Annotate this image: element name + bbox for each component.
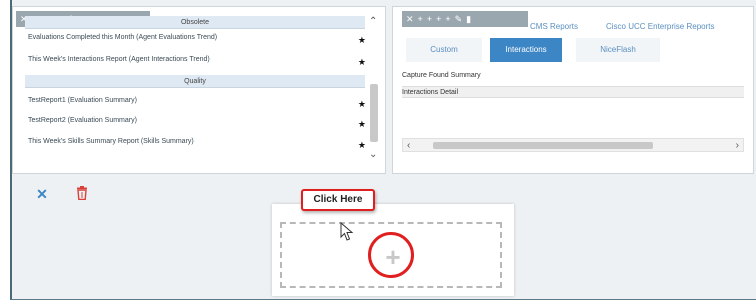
link-cms-reports[interactable]: CMS Reports bbox=[530, 22, 578, 31]
trash-icon[interactable] bbox=[74, 186, 90, 202]
list-item[interactable]: This Week's Interactions Report (Agent I… bbox=[28, 53, 368, 69]
list-item-label: This Week's Interactions Report (Agent I… bbox=[28, 56, 210, 63]
chevron-right-icon[interactable]: › bbox=[736, 139, 739, 153]
star-icon[interactable]: ★ bbox=[358, 34, 366, 47]
tab-custom[interactable]: Custom bbox=[406, 38, 482, 62]
list-item[interactable]: This Week's Skills Summary Report (Skill… bbox=[28, 135, 368, 150]
list-item[interactable]: Evaluations Completed this Month (Agent … bbox=[28, 31, 368, 47]
horizontal-scrollbar[interactable]: ‹ › bbox=[402, 138, 744, 152]
vertical-scrollbar[interactable]: ⌃ ⌄ bbox=[367, 16, 381, 160]
scrollbar-thumb[interactable] bbox=[370, 84, 378, 142]
star-icon[interactable]: ★ bbox=[358, 98, 366, 111]
right-panel-toolbar[interactable]: ✕ + + + + ✎ ▮ bbox=[402, 11, 528, 27]
highlight-circle bbox=[368, 232, 414, 278]
delete-icon[interactable]: ▮ bbox=[466, 14, 471, 25]
list-item-label: Evaluations Completed this Month (Agent … bbox=[28, 34, 218, 41]
add-icon[interactable]: + bbox=[427, 14, 432, 24]
tab-interactions[interactable]: Interactions bbox=[490, 38, 562, 62]
list-item-label: TestReport2 (Evaluation Summary) bbox=[28, 117, 137, 124]
section-header-obsolete: Obsolete bbox=[25, 16, 365, 29]
trash-icon-graphic bbox=[77, 186, 87, 201]
list-item[interactable]: Interactions Detail bbox=[402, 86, 744, 98]
add-icon[interactable]: + bbox=[436, 14, 441, 24]
add-icon[interactable]: + bbox=[418, 14, 423, 24]
star-icon[interactable]: ★ bbox=[358, 139, 366, 152]
expand-icon[interactable]: ✕ bbox=[34, 186, 50, 202]
list-item[interactable]: Capture Found Summary bbox=[402, 70, 744, 82]
star-icon[interactable]: ★ bbox=[358, 118, 366, 131]
list-item[interactable]: TestReport1 (Evaluation Summary) ★ bbox=[28, 94, 368, 109]
close-icon[interactable]: ✕ bbox=[406, 14, 414, 25]
section-header-quality: Quality bbox=[25, 75, 365, 88]
link-cisco-ucc-reports[interactable]: Cisco UCC Enterprise Reports bbox=[606, 22, 714, 31]
chevron-up-icon[interactable]: ⌃ bbox=[369, 16, 377, 27]
chevron-left-icon[interactable]: ‹ bbox=[407, 139, 410, 153]
click-here-callout: Click Here bbox=[301, 189, 375, 211]
cursor-icon bbox=[340, 222, 354, 241]
tab-niceflash[interactable]: NiceFlash bbox=[576, 38, 660, 62]
list-item-label: This Week's Skills Summary Report (Skill… bbox=[28, 138, 194, 145]
list-item[interactable]: TestReport2 (Evaluation Summary) ★ bbox=[28, 114, 368, 129]
star-icon[interactable]: ★ bbox=[358, 56, 366, 69]
edit-icon[interactable]: ✎ bbox=[455, 14, 463, 25]
scrollbar-thumb[interactable] bbox=[433, 142, 653, 149]
chevron-down-icon[interactable]: ⌄ bbox=[369, 149, 377, 160]
add-icon[interactable]: + bbox=[445, 14, 450, 24]
list-item-label: TestReport1 (Evaluation Summary) bbox=[28, 97, 137, 104]
